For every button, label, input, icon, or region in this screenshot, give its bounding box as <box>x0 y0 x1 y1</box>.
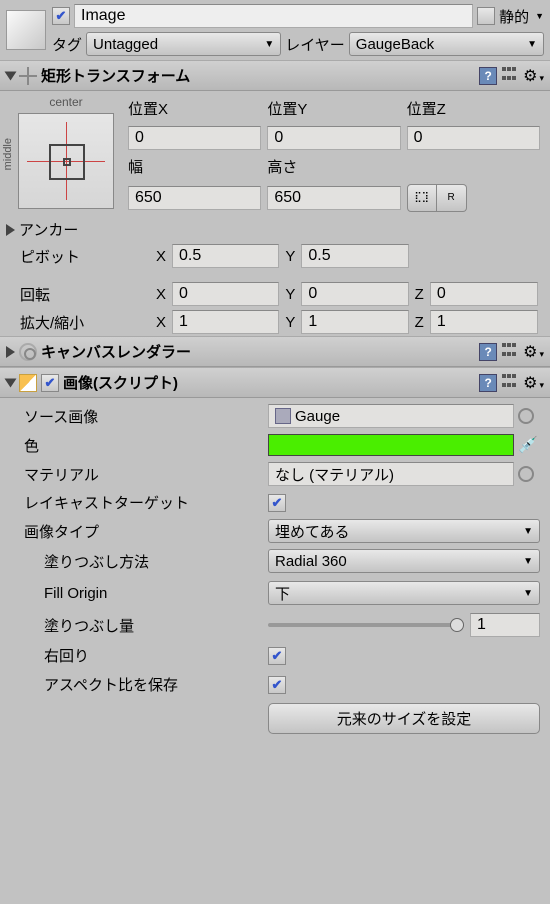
posz-label: 位置Z <box>407 96 540 121</box>
anchors-foldout[interactable] <box>6 224 15 236</box>
sprite-icon <box>275 408 291 424</box>
clockwise-checkbox[interactable] <box>268 647 286 665</box>
layer-label: レイヤー <box>285 34 345 55</box>
static-checkbox[interactable] <box>477 7 495 25</box>
help-icon[interactable]: ? <box>479 67 497 85</box>
preserve-aspect-checkbox[interactable] <box>268 676 286 694</box>
gear-icon[interactable]: ⚙▾ <box>523 373 544 393</box>
rect-transform-icon <box>19 67 37 85</box>
active-checkbox[interactable] <box>52 7 70 25</box>
rect-transform-title: 矩形トランスフォーム <box>41 65 475 86</box>
posx-label: 位置X <box>128 96 261 121</box>
image-component-icon <box>19 374 37 392</box>
eyedropper-icon[interactable]: 💉 <box>518 435 540 455</box>
image-enabled-checkbox[interactable] <box>41 374 59 392</box>
image-foldout[interactable] <box>5 378 17 387</box>
material-field[interactable]: なし (マテリアル) <box>268 462 514 486</box>
fill-method-label: 塗りつぶし方法 <box>44 551 264 572</box>
image-type-value: 埋めてある <box>275 521 350 542</box>
source-image-label: ソース画像 <box>24 406 264 427</box>
object-picker-button[interactable] <box>518 466 534 482</box>
fill-method-dropdown[interactable]: Radial 360▼ <box>268 549 540 573</box>
tag-value: Untagged <box>93 36 158 53</box>
clockwise-label: 右回り <box>44 645 264 666</box>
fill-origin-value: 下 <box>275 583 290 604</box>
gear-icon[interactable]: ⚙▾ <box>523 66 544 86</box>
help-icon[interactable]: ? <box>479 343 497 361</box>
fill-origin-label: Fill Origin <box>44 585 264 602</box>
tag-label: タグ <box>52 34 82 55</box>
fill-amount-label: 塗りつぶし量 <box>44 615 264 636</box>
preserve-aspect-label: アスペクト比を保存 <box>44 674 264 695</box>
raycast-target-label: レイキャストターゲット <box>24 492 264 513</box>
tag-dropdown[interactable]: Untagged▼ <box>86 32 281 56</box>
anchor-preset-side-label: middle <box>2 138 14 170</box>
source-image-value: Gauge <box>295 408 340 425</box>
material-value: なし (マテリアル) <box>275 464 394 485</box>
rect-transform-foldout[interactable] <box>5 71 17 80</box>
layer-dropdown[interactable]: GaugeBack▼ <box>349 32 544 56</box>
canvas-renderer-foldout[interactable] <box>6 346 15 358</box>
fill-method-value: Radial 360 <box>275 553 347 570</box>
anchor-preset-button[interactable] <box>18 113 114 209</box>
material-label: マテリアル <box>24 464 264 485</box>
anchor-preset-top-label: center <box>14 95 118 109</box>
color-label: 色 <box>24 435 264 456</box>
image-title: 画像(スクリプト) <box>63 372 475 393</box>
image-type-dropdown[interactable]: 埋めてある▼ <box>268 519 540 543</box>
height-label: 高さ <box>267 154 400 179</box>
layer-value: GaugeBack <box>356 36 434 53</box>
scale-label: 拡大/縮小 <box>20 312 150 333</box>
raycast-target-checkbox[interactable] <box>268 494 286 512</box>
fill-amount-input[interactable] <box>470 613 540 637</box>
pivot-x-input[interactable] <box>172 244 279 268</box>
gameobject-name-input[interactable] <box>74 4 473 28</box>
canvas-renderer-icon <box>19 343 37 361</box>
fill-origin-dropdown[interactable]: 下▼ <box>268 581 540 605</box>
canvas-renderer-title: キャンバスレンダラー <box>41 341 475 362</box>
preset-icon[interactable] <box>501 343 519 361</box>
color-field[interactable] <box>268 434 514 456</box>
preset-icon[interactable] <box>501 67 519 85</box>
posz-input[interactable] <box>407 126 540 150</box>
scale-z-input[interactable] <box>430 310 538 334</box>
fill-amount-slider[interactable] <box>268 615 464 635</box>
anchors-label: アンカー <box>19 219 78 240</box>
raw-edit-button[interactable]: R <box>437 184 467 212</box>
rotation-x-input[interactable] <box>172 282 279 306</box>
gameobject-icon <box>6 10 46 50</box>
pivot-label: ピボット <box>20 246 150 267</box>
posy-label: 位置Y <box>267 96 400 121</box>
object-picker-button[interactable] <box>518 408 534 424</box>
scale-y-input[interactable] <box>301 310 408 334</box>
posx-input[interactable] <box>128 126 261 150</box>
source-image-field[interactable]: Gauge <box>268 404 514 428</box>
static-dropdown-arrow[interactable]: ▼ <box>535 11 544 21</box>
help-icon[interactable]: ? <box>479 374 497 392</box>
rotation-label: 回転 <box>20 284 150 305</box>
gear-icon[interactable]: ⚙▾ <box>523 342 544 362</box>
set-native-size-button[interactable]: 元来のサイズを設定 <box>268 703 540 734</box>
pivot-y-input[interactable] <box>301 244 408 268</box>
scale-x-input[interactable] <box>172 310 279 334</box>
height-input[interactable] <box>267 186 400 210</box>
rotation-y-input[interactable] <box>301 282 408 306</box>
width-input[interactable] <box>128 186 261 210</box>
posy-input[interactable] <box>267 126 400 150</box>
rotation-z-input[interactable] <box>430 282 538 306</box>
blueprint-mode-button[interactable]: ⣏⣹ <box>407 184 437 212</box>
width-label: 幅 <box>128 154 261 179</box>
static-label: 静的 <box>499 6 529 27</box>
image-type-label: 画像タイプ <box>24 521 264 542</box>
preset-icon[interactable] <box>501 374 519 392</box>
